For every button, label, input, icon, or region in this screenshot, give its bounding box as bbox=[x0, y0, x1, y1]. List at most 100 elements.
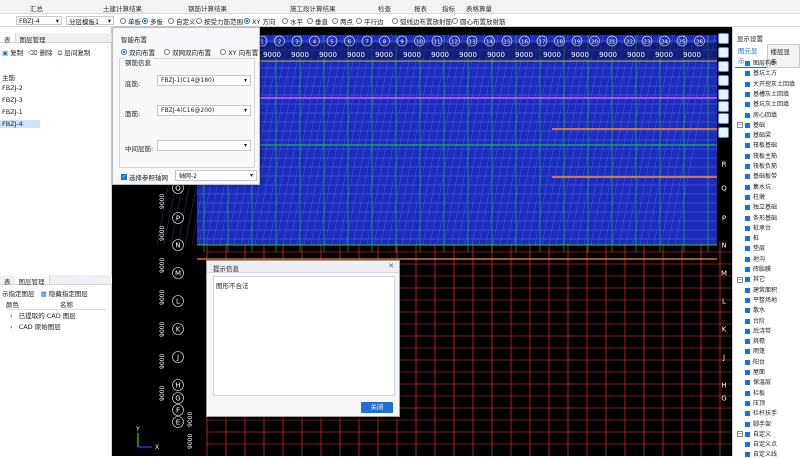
checkbox-icon[interactable] bbox=[745, 236, 750, 241]
display-item[interactable]: 平整场地 bbox=[745, 295, 777, 304]
top-rebar-select[interactable]: FBZJ-4(C16@200)▾ bbox=[157, 105, 251, 116]
display-item[interactable]: 栏杆扶手 bbox=[745, 408, 777, 417]
checkbox-icon[interactable] bbox=[745, 102, 750, 107]
radio-icon[interactable] bbox=[196, 18, 202, 24]
checkbox-icon[interactable] bbox=[745, 143, 750, 148]
checkbox-icon[interactable] bbox=[745, 391, 750, 396]
toolbar-radio-1[interactable]: 多板 bbox=[142, 16, 163, 25]
ribbon-tab-section-result[interactable]: 施工段计算结果 bbox=[290, 3, 336, 13]
checkbox-icon[interactable] bbox=[745, 422, 750, 427]
display-item[interactable]: 屋面 bbox=[745, 367, 765, 376]
checkbox-icon[interactable] bbox=[745, 452, 750, 457]
checkbox-icon[interactable] bbox=[745, 370, 750, 375]
radio-icon[interactable] bbox=[307, 18, 313, 24]
checkbox-icon[interactable] bbox=[745, 92, 750, 97]
display-item[interactable]: 散水 bbox=[745, 305, 765, 314]
display-item[interactable]: 基槽灰土回填 bbox=[745, 89, 789, 98]
display-item[interactable]: 独立基础 bbox=[745, 202, 777, 211]
checkbox-icon[interactable] bbox=[745, 246, 750, 251]
cube-view-icon[interactable] bbox=[718, 47, 729, 58]
display-item[interactable]: 自定义线 bbox=[745, 449, 777, 458]
display-item[interactable]: 桩 bbox=[745, 233, 759, 242]
display-item[interactable]: 阳台 bbox=[745, 357, 765, 366]
show-layer-button[interactable]: 示指定图层 bbox=[2, 290, 35, 298]
checkbox-icon[interactable]: ✓ bbox=[121, 174, 127, 180]
display-item[interactable]: 地沟 bbox=[745, 254, 765, 263]
display-item[interactable]: 保温层 bbox=[745, 377, 771, 386]
tab-component-list[interactable]: 表 bbox=[0, 33, 16, 42]
delete-icon[interactable]: ⌫ bbox=[28, 49, 37, 57]
display-group[interactable]: −其它 bbox=[737, 274, 765, 283]
copy-button[interactable]: 复制 bbox=[10, 49, 23, 57]
layer-view-icon[interactable] bbox=[718, 33, 729, 44]
ribbon-tab-report[interactable]: 报表 bbox=[414, 3, 427, 13]
toolbar-radio-5[interactable]: 水平 bbox=[282, 16, 303, 25]
tree-item[interactable]: FBZJ-4 bbox=[0, 120, 40, 128]
radio-icon[interactable] bbox=[282, 18, 288, 24]
display-item[interactable]: 雨篷 bbox=[745, 346, 765, 355]
display-item[interactable]: 建筑面积 bbox=[745, 285, 777, 294]
display-item[interactable]: 后浇带 bbox=[745, 326, 771, 335]
display-item[interactable]: 自定义点 bbox=[745, 439, 777, 448]
expand-icon[interactable]: › bbox=[10, 323, 13, 331]
display-item[interactable]: 垫层 bbox=[745, 243, 765, 252]
tab-layer-manage[interactable]: 图层管理 bbox=[16, 33, 50, 42]
radio-icon[interactable] bbox=[332, 18, 338, 24]
display-item[interactable]: 筏板负筋 bbox=[745, 161, 777, 170]
display-item[interactable]: 集水坑 bbox=[745, 182, 771, 191]
option-bidirectional[interactable]: 双向布置 bbox=[121, 47, 155, 57]
toolbar-radio-0[interactable]: 单板 bbox=[120, 16, 141, 25]
middle-rebar-select[interactable]: ▾ bbox=[157, 140, 251, 151]
option-xy[interactable]: XY 向布置 bbox=[220, 47, 258, 57]
radio-icon[interactable] bbox=[220, 49, 226, 55]
checkbox-icon[interactable] bbox=[745, 298, 750, 303]
checkbox-icon[interactable] bbox=[745, 133, 750, 138]
display-item[interactable]: 挑檐 bbox=[745, 336, 765, 345]
ribbon-tab-check[interactable]: 检查 bbox=[378, 3, 391, 13]
radio-icon[interactable] bbox=[164, 49, 170, 55]
toolbar-radio-10[interactable]: 圆心布置放射筋 bbox=[452, 16, 506, 25]
toolbar-radio-3[interactable]: 按受力筋范围 bbox=[196, 16, 243, 25]
expand-icon[interactable]: › bbox=[10, 312, 13, 320]
toolbar-radio-9[interactable]: 弧线边布置放射筋 bbox=[392, 16, 452, 25]
zoom-window-icon[interactable] bbox=[718, 113, 729, 124]
close-icon[interactable]: ✕ bbox=[388, 262, 394, 270]
checkbox-icon[interactable] bbox=[745, 205, 750, 210]
collapse-icon[interactable]: − bbox=[737, 277, 743, 283]
toolbar-radio-4[interactable]: XY 方向 bbox=[244, 16, 276, 25]
ribbon-tab-table-qty[interactable]: 表格算量 bbox=[466, 3, 492, 13]
checkbox-icon[interactable] bbox=[745, 113, 750, 118]
layer-copy-icon[interactable]: ⧉ bbox=[58, 49, 63, 57]
checkbox-icon[interactable] bbox=[745, 329, 750, 334]
collapse-icon[interactable]: − bbox=[737, 431, 743, 437]
checkbox-icon[interactable] bbox=[745, 174, 750, 179]
tree-item[interactable]: FBZJ-2 bbox=[2, 84, 23, 92]
toolbar-radio-8[interactable]: 平行边 bbox=[356, 16, 384, 25]
radio-icon[interactable] bbox=[142, 18, 148, 24]
checkbox-icon[interactable] bbox=[745, 277, 750, 282]
radio-icon[interactable] bbox=[121, 49, 127, 55]
layer-copy-button[interactable]: 层间复制 bbox=[64, 49, 90, 57]
axis-grid-select[interactable]: 轴网-2▾ bbox=[175, 170, 257, 181]
dashed-select-icon[interactable] bbox=[718, 101, 729, 112]
radio-icon[interactable] bbox=[392, 18, 398, 24]
checkbox-icon[interactable] bbox=[745, 401, 750, 406]
display-group[interactable]: −基础 bbox=[737, 120, 765, 129]
radio-icon[interactable] bbox=[452, 18, 458, 24]
display-item[interactable]: 基础梁 bbox=[745, 130, 771, 139]
rotate-view-icon[interactable] bbox=[718, 89, 729, 100]
display-item[interactable]: 基坑灰土回填 bbox=[745, 99, 789, 108]
tab-layer-manage-2[interactable]: 图层管理 bbox=[15, 275, 50, 284]
toolbar-radio-7[interactable]: 两点 bbox=[332, 16, 353, 25]
checkbox-icon[interactable] bbox=[745, 380, 750, 385]
ribbon-tab-index[interactable]: 指标 bbox=[442, 3, 455, 13]
ribbon-tab-rebar-result[interactable]: 钢筋计算结果 bbox=[188, 3, 227, 13]
checkbox-icon[interactable] bbox=[745, 308, 750, 313]
component-select[interactable]: FBZJ-4▾ bbox=[16, 16, 62, 25]
layer-row-extracted[interactable]: › 已提取的 CAD 图层 bbox=[10, 310, 76, 320]
tree-item[interactable]: FBZJ-3 bbox=[2, 96, 23, 104]
display-item[interactable]: 基坑土方 bbox=[745, 68, 777, 77]
tab-layer-list[interactable]: 表 bbox=[0, 275, 15, 284]
checkbox-icon[interactable] bbox=[745, 257, 750, 262]
display-item[interactable]: 砖胎膜 bbox=[745, 264, 771, 273]
